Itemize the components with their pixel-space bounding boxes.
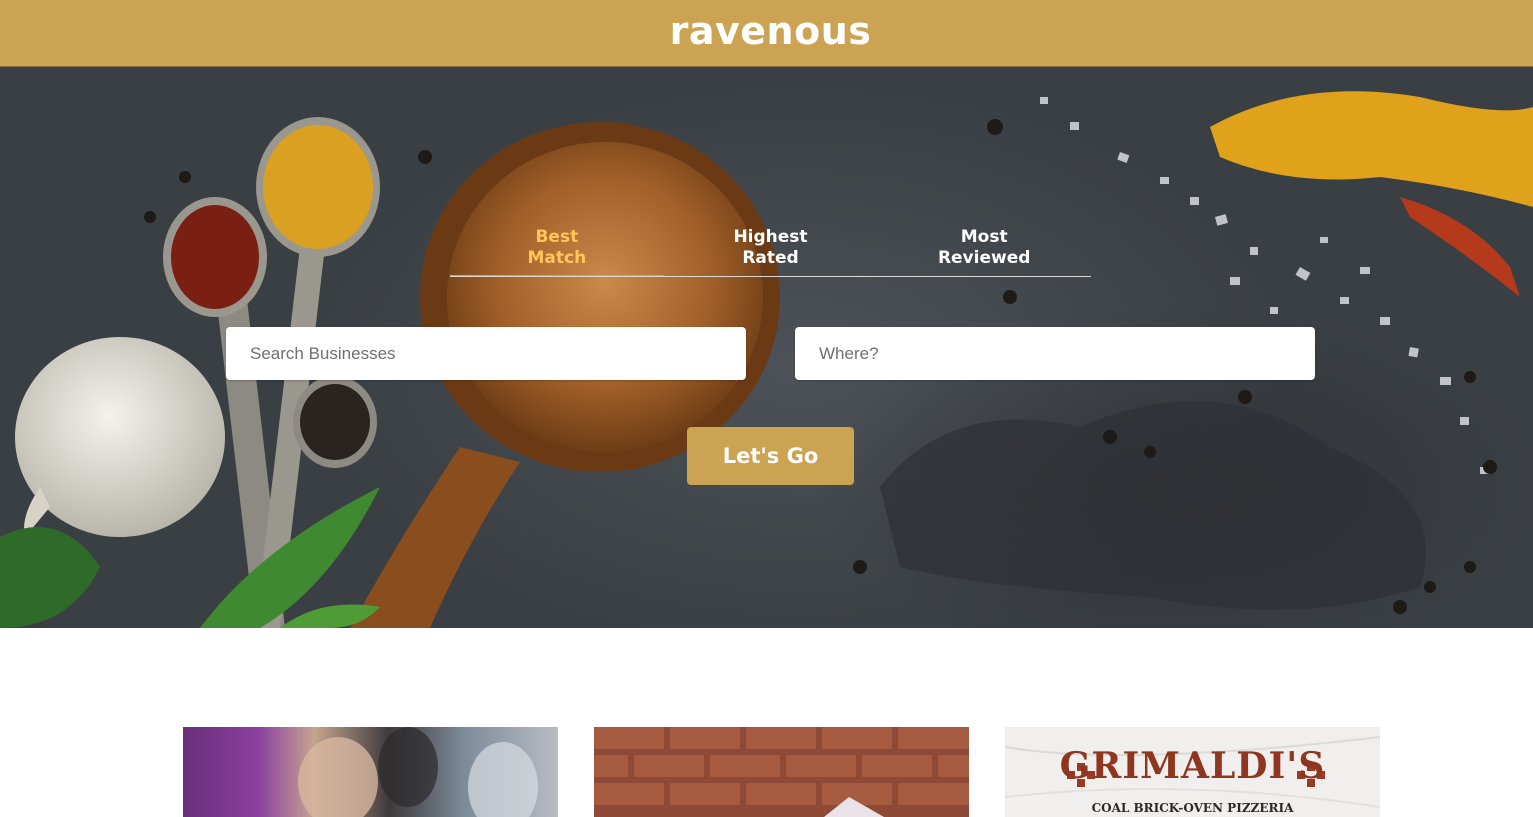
- sort-most-reviewed-tab[interactable]: Most Reviewed: [877, 227, 1091, 276]
- grimaldis-logo-name: GRIMALDI'S: [1059, 745, 1326, 787]
- sort-best-match-label-line2: Match: [527, 248, 587, 268]
- business-card-image[interactable]: [183, 727, 558, 817]
- sort-most-reviewed-label-line2: Reviewed: [937, 248, 1031, 268]
- app-header: ravenous: [0, 0, 1533, 67]
- brand-logo: ravenous: [669, 9, 872, 53]
- sort-best-match-label-line1: Best: [535, 227, 579, 247]
- sort-most-reviewed-label-line1: Most: [960, 227, 1008, 247]
- sort-highest-rated-label-line2: Rated: [742, 248, 799, 268]
- sort-best-match-tab[interactable]: Best Match: [450, 227, 664, 276]
- grimaldis-logo-tagline: COAL BRICK-OVEN PIZZERIA: [1091, 801, 1294, 815]
- sort-options: Best Match Highest Rated Most Reviewed: [450, 227, 1091, 277]
- lets-go-button[interactable]: Let's Go: [687, 427, 854, 485]
- sort-highest-rated-tab[interactable]: Highest Rated: [664, 227, 878, 276]
- brick-wall-photo: [594, 727, 969, 817]
- search-hero: Best Match Highest Rated Most Reviewed L…: [0, 67, 1533, 628]
- restaurant-diners-photo: [183, 727, 558, 817]
- business-card-image[interactable]: [594, 727, 969, 817]
- sort-highest-rated-label-line1: Highest: [733, 227, 808, 247]
- business-card-image[interactable]: GRIMALDI'S COAL BRICK-OVEN PIZZERIA: [1005, 727, 1380, 817]
- location-input[interactable]: [795, 327, 1315, 380]
- search-businesses-input[interactable]: [226, 327, 746, 380]
